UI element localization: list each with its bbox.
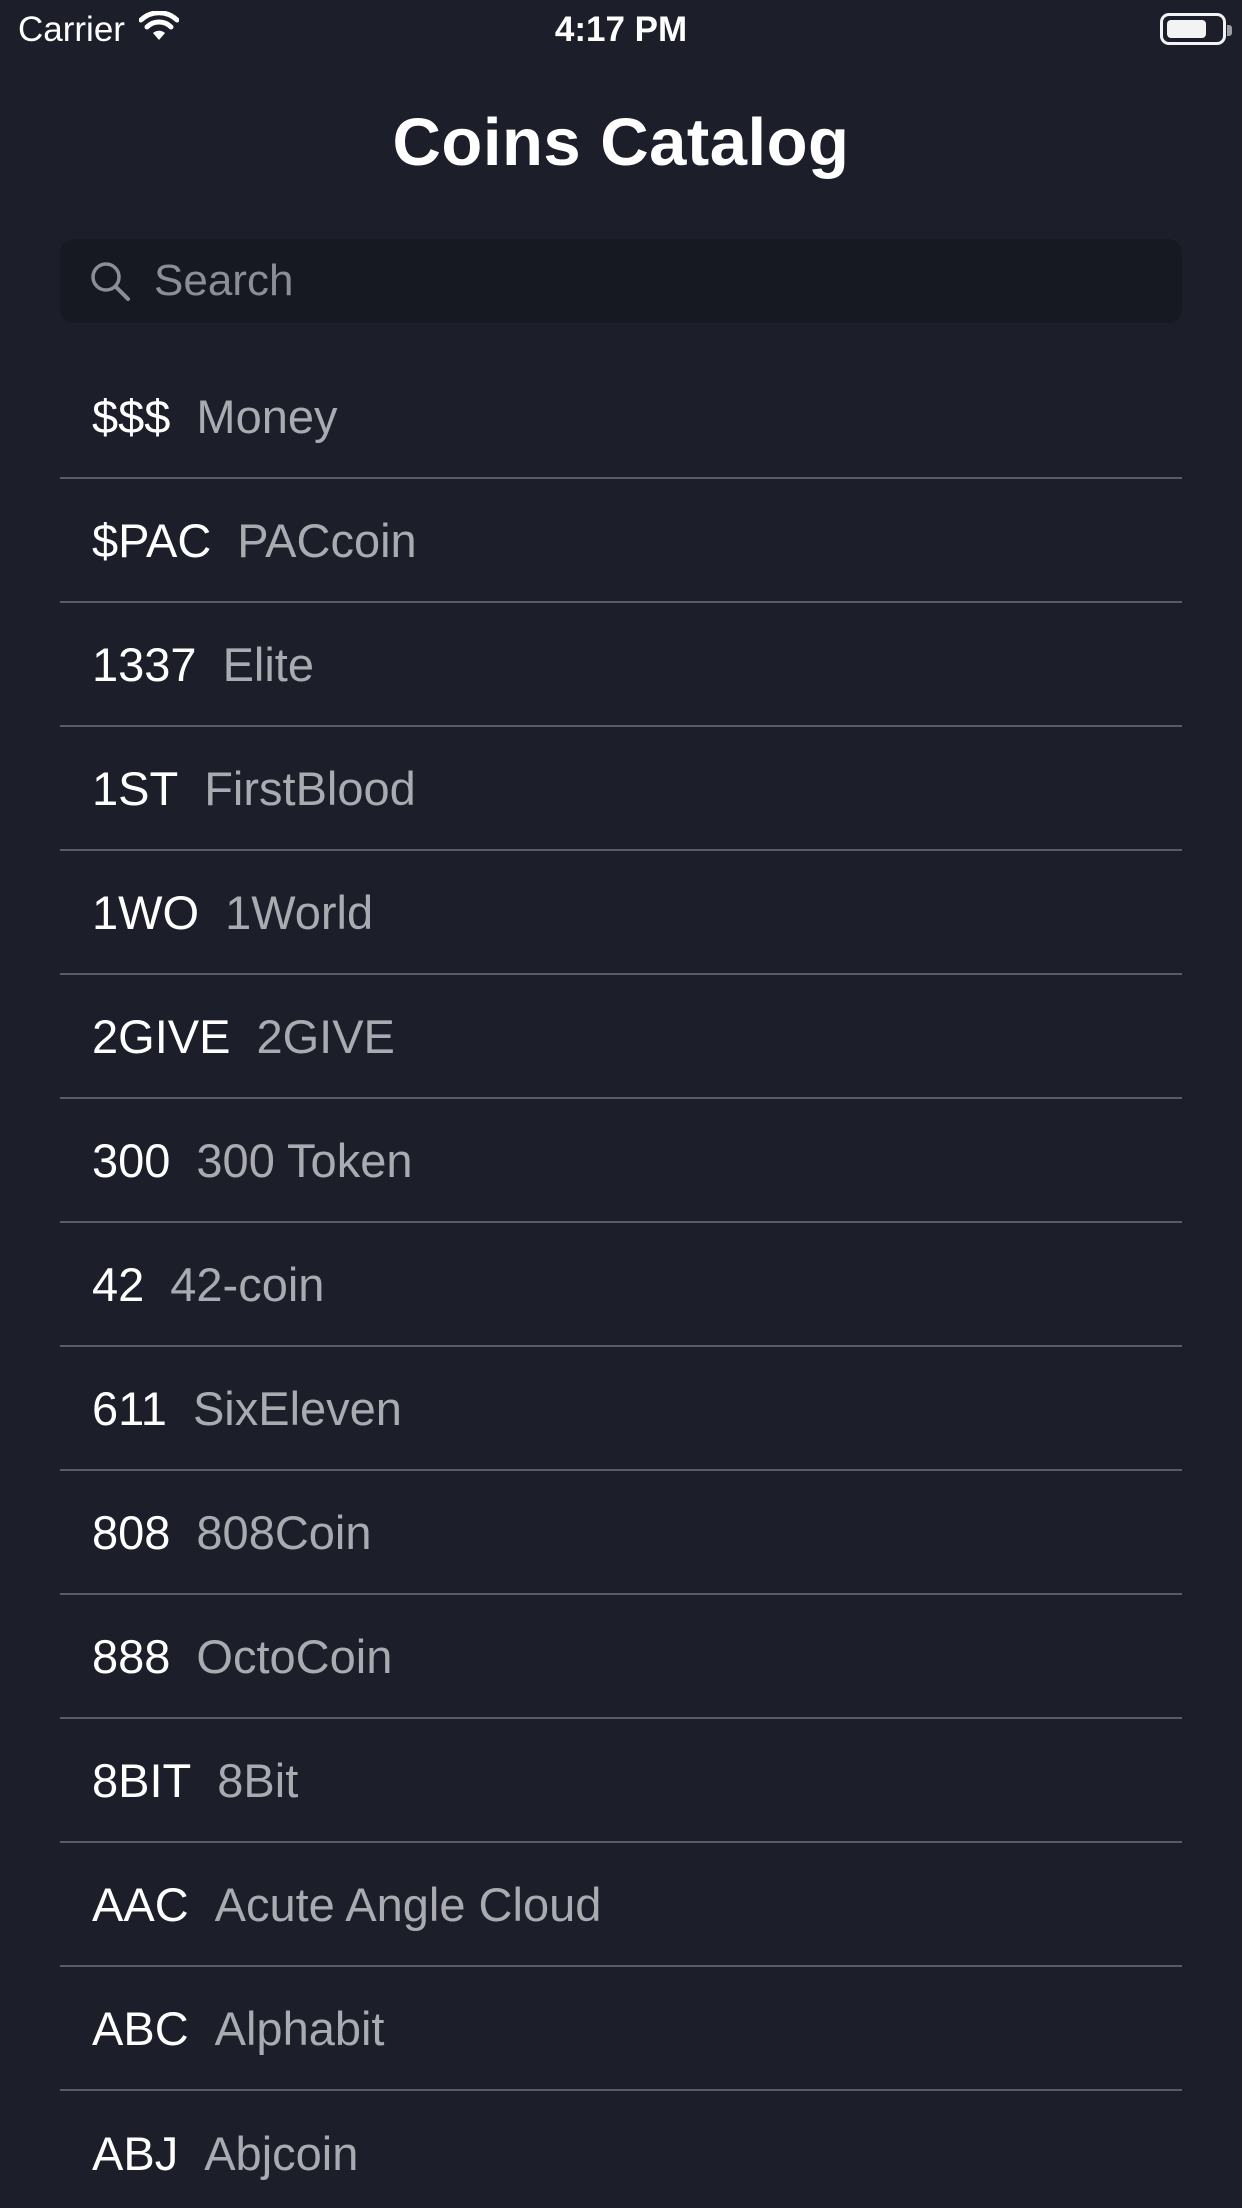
battery-cap — [1227, 25, 1232, 36]
coin-name: 42-coin — [170, 1257, 325, 1311]
status-right — [1160, 13, 1232, 45]
coin-row-abj[interactable]: ABJ Abjcoin — [60, 2091, 1182, 2208]
battery-icon — [1160, 13, 1232, 45]
coin-row-300[interactable]: 300 300 Token — [60, 1099, 1182, 1223]
coin-row-aac[interactable]: AAC Acute Angle Cloud — [60, 1843, 1182, 1967]
coin-symbol: 1WO — [92, 885, 200, 939]
coin-name: Abjcoin — [204, 2126, 359, 2180]
coin-name: Money — [196, 389, 338, 443]
coin-symbol: 888 — [92, 1629, 171, 1683]
coin-symbol: ABJ — [92, 2126, 179, 2180]
coin-row-42[interactable]: 42 42-coin — [60, 1223, 1182, 1347]
coin-name: PACcoin — [237, 513, 417, 567]
coin-name: 8Bit — [217, 1753, 299, 1807]
coin-symbol: AAC — [92, 1877, 189, 1931]
coin-row-pac[interactable]: $PAC PACcoin — [60, 479, 1182, 603]
coin-symbol: $PAC — [92, 513, 212, 567]
coin-symbol: ABC — [92, 2001, 189, 2055]
coin-row-1wo[interactable]: 1WO 1World — [60, 851, 1182, 975]
coin-row-1st[interactable]: 1ST FirstBlood — [60, 727, 1182, 851]
coin-name: 1World — [225, 885, 374, 939]
battery-fill — [1167, 20, 1206, 38]
coin-symbol: $$$ — [92, 389, 171, 443]
status-time: 4:17 PM — [554, 10, 688, 49]
page-title: Coins Catalog — [392, 105, 850, 180]
search-icon — [88, 259, 132, 303]
coin-symbol: 42 — [92, 1257, 145, 1311]
coin-name: Alphabit — [214, 2001, 385, 2055]
status-bar: Carrier 4:17 PM — [0, 0, 1242, 62]
coin-symbol: 2GIVE — [92, 1009, 231, 1063]
coin-row-808[interactable]: 808 808Coin — [60, 1471, 1182, 1595]
coin-name: Acute Angle Cloud — [214, 1877, 602, 1931]
search-input[interactable] — [152, 250, 1182, 312]
coin-name: 2GIVE — [256, 1009, 395, 1063]
coin-name: FirstBlood — [204, 761, 416, 815]
coin-name: Elite — [222, 637, 314, 691]
coin-name: SixEleven — [192, 1381, 402, 1435]
coin-symbol: 300 — [92, 1133, 171, 1187]
coin-symbol: 8BIT — [92, 1753, 192, 1807]
coin-row-8bit[interactable]: 8BIT 8Bit — [60, 1719, 1182, 1843]
coin-row-888[interactable]: 888 OctoCoin — [60, 1595, 1182, 1719]
coin-symbol: 1337 — [92, 637, 197, 691]
coin-list: $$$ Money $PAC PACcoin 1337 Elite 1ST Fi… — [60, 355, 1182, 2208]
coin-name: OctoCoin — [196, 1629, 393, 1683]
coin-symbol: 611 — [92, 1381, 167, 1435]
coin-row-abc[interactable]: ABC Alphabit — [60, 1967, 1182, 2091]
coin-name: 300 Token — [196, 1133, 413, 1187]
coins-catalog-screen: Carrier 4:17 PM Coins Catalog Search $$$… — [0, 0, 1242, 2208]
coin-row-611[interactable]: 611 SixEleven — [60, 1347, 1182, 1471]
coin-name: 808Coin — [196, 1505, 372, 1559]
coin-row-1337[interactable]: 1337 Elite — [60, 603, 1182, 727]
coin-symbol: 1ST — [92, 761, 179, 815]
coin-row-[interactable]: $$$ Money — [60, 355, 1182, 479]
search-bar[interactable] — [60, 239, 1182, 323]
coin-symbol: 808 — [92, 1505, 171, 1559]
coin-row-2give[interactable]: 2GIVE 2GIVE — [60, 975, 1182, 1099]
